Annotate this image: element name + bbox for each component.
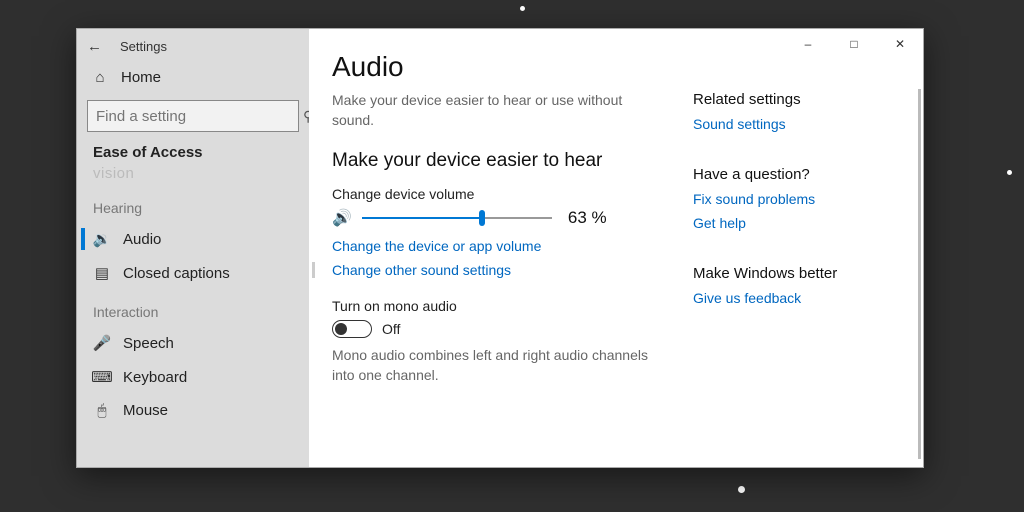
close-button[interactable]: ✕	[877, 29, 923, 59]
keyboard-icon: ⌨	[93, 368, 111, 386]
slider-fill	[362, 217, 482, 219]
background-dot	[520, 6, 525, 11]
vertical-scrollbar[interactable]	[918, 89, 921, 459]
cc-icon: ▤	[93, 264, 111, 282]
titlebar: ← Settings	[77, 29, 309, 63]
sidebar: ← Settings ⌂ Home ⚲ Ease of Access visio…	[77, 29, 309, 467]
sidebar-item-speech[interactable]: 🎤 Speech	[81, 326, 305, 360]
search-box[interactable]: ⚲	[87, 100, 299, 132]
left-pane: Audio Make your device easier to hear or…	[329, 51, 663, 467]
sidebar-category: Ease of Access	[81, 142, 305, 167]
sidebar-home[interactable]: ⌂ Home	[81, 63, 305, 92]
home-icon: ⌂	[91, 69, 109, 86]
sidebar-item-closed-captions[interactable]: ▤ Closed captions	[81, 256, 305, 290]
toggle-knob	[335, 323, 347, 335]
back-arrow-icon[interactable]: ←	[87, 38, 102, 55]
volume-row: 🔊 63 %	[332, 208, 663, 228]
background-dot	[738, 486, 745, 493]
link-get-help[interactable]: Get help	[693, 215, 903, 231]
minimize-button[interactable]: –	[785, 29, 831, 59]
link-fix-sound-problems[interactable]: Fix sound problems	[693, 191, 903, 207]
sidebar-item-keyboard[interactable]: ⌨ Keyboard	[81, 360, 305, 394]
main-area: – □ ✕ Audio Make your device easier to h…	[309, 29, 923, 467]
maximize-button[interactable]: □	[831, 29, 877, 59]
window-buttons: – □ ✕	[785, 29, 923, 59]
sidebar-item-label: Keyboard	[123, 369, 187, 386]
make-windows-better-heading: Make Windows better	[693, 265, 903, 282]
mouse-icon: 🖱	[93, 402, 111, 419]
sidebar-item-label: Speech	[123, 335, 174, 352]
speaker-icon: 🔉	[93, 230, 111, 248]
link-other-sound-settings[interactable]: Change other sound settings	[332, 262, 663, 278]
sidebar-item-audio[interactable]: 🔉 Audio	[81, 222, 305, 256]
slider-thumb[interactable]	[479, 210, 485, 226]
mono-audio-label: Turn on mono audio	[332, 298, 663, 314]
content: Audio Make your device easier to hear or…	[309, 29, 923, 467]
page-subtitle: Make your device easier to hear or use w…	[332, 91, 652, 130]
sidebar-content: ⌂ Home ⚲ Ease of Access vision Hearing 🔉…	[77, 63, 309, 467]
sidebar-item-label: Audio	[123, 231, 161, 248]
link-sound-settings[interactable]: Sound settings	[693, 116, 903, 132]
volume-value: 63 %	[568, 208, 607, 228]
background-dot	[1007, 170, 1012, 175]
sidebar-group-hearing: Hearing	[81, 186, 305, 222]
volume-slider[interactable]	[362, 208, 552, 228]
sidebar-item-mouse[interactable]: 🖱 Mouse	[81, 394, 305, 427]
volume-label: Change device volume	[332, 186, 663, 202]
sidebar-item-label: Closed captions	[123, 265, 230, 282]
search-input[interactable]	[88, 108, 303, 125]
page-title: Audio	[332, 51, 663, 83]
mono-audio-toggle[interactable]	[332, 320, 372, 338]
sidebar-cutoff-text: vision	[81, 165, 305, 182]
window-title: Settings	[120, 39, 167, 54]
sidebar-group-interaction: Interaction	[81, 290, 305, 326]
sidebar-item-label: Mouse	[123, 402, 168, 419]
microphone-icon: 🎤	[93, 334, 111, 352]
right-pane: Related settings Sound settings Have a q…	[693, 51, 903, 467]
mono-audio-state: Off	[382, 321, 400, 337]
link-give-feedback[interactable]: Give us feedback	[693, 290, 903, 306]
mono-audio-description: Mono audio combines left and right audio…	[332, 346, 662, 385]
link-device-app-volume[interactable]: Change the device or app volume	[332, 238, 663, 254]
volume-icon: 🔊	[332, 208, 352, 228]
sidebar-home-label: Home	[121, 69, 161, 86]
have-question-heading: Have a question?	[693, 166, 903, 183]
section-heading-hear: Make your device easier to hear	[332, 150, 663, 172]
related-settings-heading: Related settings	[693, 91, 903, 108]
settings-window: ← Settings ⌂ Home ⚲ Ease of Access visio…	[76, 28, 924, 468]
mono-audio-toggle-row: Off	[332, 320, 663, 338]
